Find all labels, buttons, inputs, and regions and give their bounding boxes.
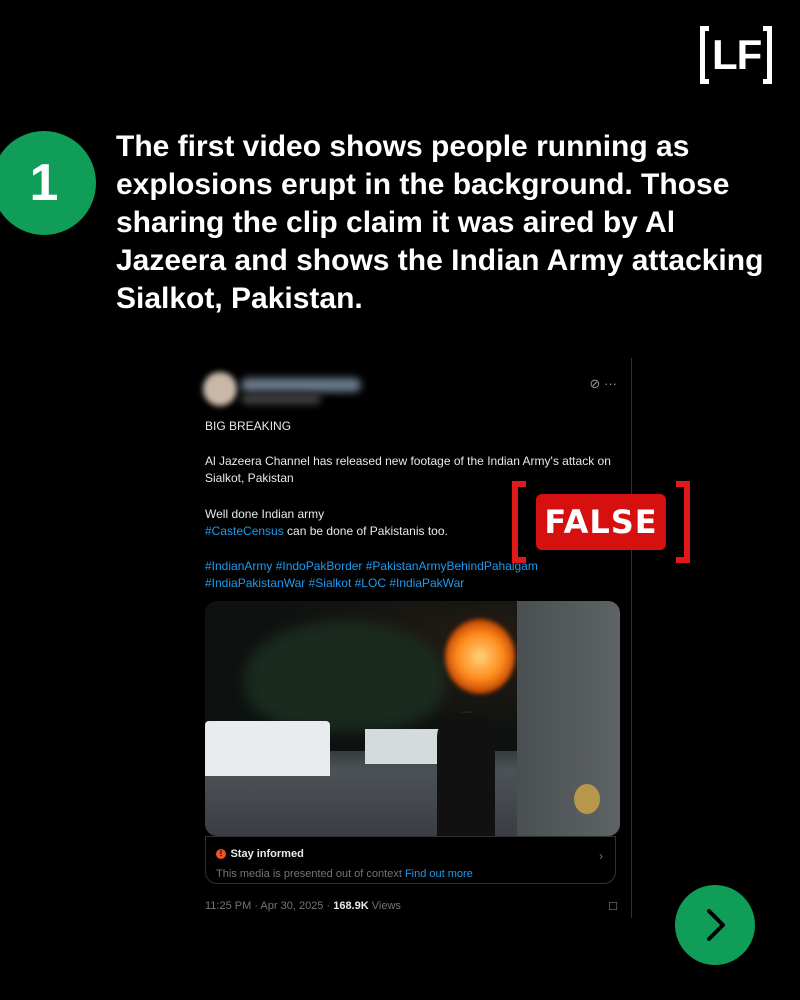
next-button[interactable] [675,885,755,965]
bookmark-icon[interactable]: □ [609,898,617,913]
tweet-card: ⊘ ··· BIG BREAKING Al Jazeera Channel ha… [193,358,632,918]
context-notice[interactable]: ! Stay informed This media is presented … [205,836,616,884]
stamp-bracket-right [676,481,690,563]
slide-number-badge: 1 [0,131,96,235]
chevron-right-icon [707,909,725,941]
false-verdict-stamp: FALSE [512,481,690,563]
tweet-time: 11:25 PM · Apr 30, 2025 · [205,900,334,912]
headline: The first video shows people running as … [116,130,764,315]
avatar [203,372,237,406]
notice-title: Stay informed [230,847,304,860]
video-thumbnail[interactable] [205,601,620,836]
more-icon[interactable]: ··· [604,376,617,391]
al-jazeera-logo-icon [574,784,600,814]
tweet-top-icons: ⊘ ··· [589,376,617,392]
trees [245,621,445,731]
notice-text-line: This media is presented out of context F… [216,868,605,880]
logo-text: LF [712,31,762,78]
tweet-hashtags-2[interactable]: #IndiaPakistanWar #Sialkot #LOC #IndiaPa… [205,575,625,592]
alert-icon: ! [216,848,226,859]
grok-icon[interactable]: ⊘ [589,376,600,391]
views-count: 168.9K [333,900,369,912]
chevron-right-icon: › [599,849,603,863]
logo-bracket-right [763,26,772,84]
tweet-line-big-breaking: BIG BREAKING [205,419,292,433]
blurred-username [241,378,361,392]
tweet-line-castecensus-rest: can be done of Pakistanis too. [283,524,448,538]
tent [205,721,330,776]
stamp-bracket-left [512,481,526,563]
views-label: Views [368,900,401,912]
notice-text: This media is presented out of context [216,868,402,880]
logo-bracket-left [700,26,709,84]
running-person [437,713,495,836]
lf-logo: LF [700,26,772,84]
hashtag-castecensus[interactable]: #CasteCensus [205,524,284,538]
blurred-handle [241,394,321,404]
pillar [517,601,620,836]
verdict-label: FALSE [536,494,666,550]
explosion [445,619,515,694]
find-out-more-link[interactable]: Find out more [405,868,473,880]
tweet-meta: 11:25 PM · Apr 30, 2025 · 168.9K Views [205,900,401,912]
